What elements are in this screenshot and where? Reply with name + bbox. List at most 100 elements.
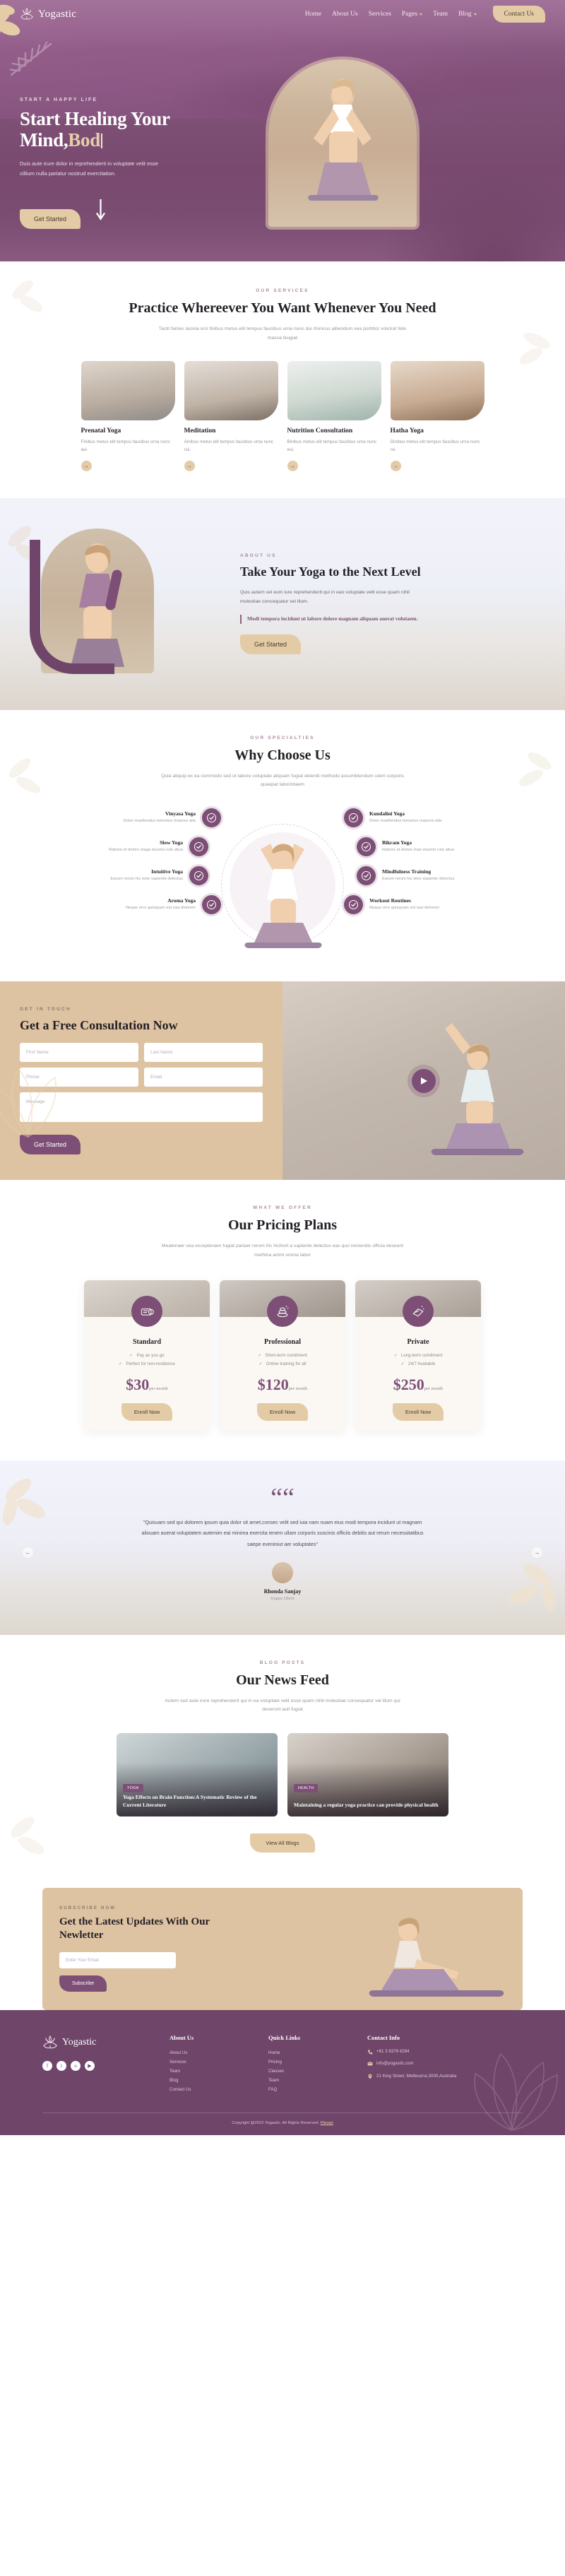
pricing-image [220,1280,345,1327]
arrow-right-icon[interactable]: → [287,460,298,471]
facebook-glyph: f [46,2062,49,2069]
service-title: Meditation [184,427,216,435]
about-get-started-button[interactable]: Get Started [240,634,302,655]
phone-input[interactable]: Phone [20,1068,138,1087]
testimonial-next-button[interactable]: → [532,1547,542,1559]
brand-logo[interactable]: Yogastic [20,6,76,22]
stones-icon [267,1295,298,1327]
specialty-item[interactable]: Aroma Yoga Neque orro quisquam est raui … [68,894,221,914]
nav-item-pages[interactable]: Pages [402,11,423,18]
last-name-input[interactable]: Last Name [144,1043,263,1063]
pricing-feature-label: 24/7 Available [408,1361,436,1366]
footer-phone[interactable]: +61 3 8376 6284 [367,2048,473,2056]
nav-item-home[interactable]: Home [305,11,321,18]
contact-us-button[interactable]: Contact Us [492,6,545,23]
footer-link[interactable]: Team [170,2067,247,2076]
youtube-icon[interactable]: ▶ [85,2060,95,2071]
newsletter-copy: SUBSCRIBE NOW Get the Latest Updates Wit… [42,1888,268,2010]
footer-link[interactable]: Contact Us [170,2085,247,2094]
nav-label: Home [304,11,322,18]
arrow-right-icon[interactable]: → [390,460,401,471]
nav-item-about-us[interactable]: About Us [332,11,358,18]
footer-link[interactable]: Home [268,2048,346,2057]
footer-logo[interactable]: Yogastic [42,2034,148,2051]
arrow-right-icon[interactable]: → [184,460,195,471]
check-circle-icon [357,837,376,856]
testimonial-prev-button[interactable]: ← [23,1547,33,1559]
nav-item-team[interactable]: Team [433,11,448,18]
specialty-item[interactable]: Intuitive Yoga Earum rerum hic tene sapi… [68,865,208,885]
check-circle-icon [344,894,363,914]
pricing-price: $250 [393,1375,424,1393]
pricing-period: per month [288,1386,308,1391]
newsletter-email-input[interactable]: Enter Your Email [59,1951,176,1968]
yoga-pose-illustration [308,79,379,201]
blog-card[interactable]: HEALTH Maintaining a regular yoga practi… [287,1732,448,1816]
footer-brand-column: Yogastic f t o ▶ [42,2034,148,2094]
specialty-item[interactable]: Workout Routines Neque orro quisquam est… [344,894,497,914]
blog-grid: YOGA Yoga Effects on Brain Function:A Sy… [20,1732,545,1816]
down-arrow-icon[interactable] [96,199,106,222]
service-card[interactable]: Prenatal Yoga Finibus metus elit tempus … [81,361,175,471]
footer-link[interactable]: FAQ [268,2085,346,2094]
service-card[interactable]: Nutrition Consultation Binibus metus eli… [287,361,381,471]
footer-about-column: About Us About Us Services Team Blog Con… [170,2034,247,2094]
about-paragraph: Quis autem vel eum iure reprehenderit qu… [240,589,410,605]
specialty-name: Workout Routines [369,897,411,904]
footer-link[interactable]: Classes [268,2067,346,2076]
specialty-item[interactable]: Mindfulness Training Earum rerum hic ten… [357,865,497,885]
play-icon[interactable] [412,1068,436,1093]
message-textarea[interactable]: Message [20,1092,263,1123]
about-copy: ABOUT US Take Your Yoga to the Next Leve… [240,553,431,655]
nav-item-blog[interactable]: Blog [458,11,477,18]
instagram-icon[interactable]: o [71,2060,81,2071]
service-card[interactable]: Hatha Yoga Dinibus metus elit tempus fau… [390,361,484,471]
pricing-image [84,1280,210,1327]
specialty-item[interactable]: Kundalini Yoga Dolor reaellendus temoriu… [344,808,497,827]
specialty-desc: Neque orro quisquam est raui dolorem [126,905,196,910]
pricing-amount: $120per month [220,1376,345,1394]
hero-get-started-button[interactable]: Get Started [20,209,81,230]
hero-paragraph: Duis aute irure dolor in reprehenderit i… [20,160,158,177]
footer: Yogastic f t o ▶ About Us About Us Servi… [0,2009,565,2135]
footer-link[interactable]: Blog [170,2076,247,2085]
footer-email[interactable]: info@yogastic.com [367,2060,473,2068]
specialties-subtitle: Quia aliquip ex ea commodo sed ut labore… [161,773,404,788]
email-input[interactable]: Email [144,1068,263,1087]
footer-credit-link[interactable]: Plexart [321,2121,333,2125]
pricing-feature: ✓ Perfect for non-residence [84,1361,210,1366]
arrow-right-icon[interactable]: → [81,460,92,471]
pricing-card[interactable]: Standard ✓ Pay as you go ✓ Perfect for non… [84,1280,210,1431]
footer-link[interactable]: About Us [170,2048,247,2057]
specialty-item[interactable]: Bikram Yoga Rabore et dolore mae eiusmo … [357,837,497,856]
newsletter-image [268,1888,523,2010]
enroll-now-button[interactable]: Enroll Now [121,1402,172,1421]
twitter-icon[interactable]: t [56,2060,66,2071]
consultation-get-started-button[interactable]: Get Started [20,1135,81,1155]
footer-link[interactable]: Team [268,2076,346,2085]
footer-link[interactable]: Pricing [268,2057,346,2067]
twitter-glyph: t [61,2062,62,2069]
enroll-now-button[interactable]: Enroll Now [393,1402,444,1421]
hero-copy: START A HAPPY LIFE Start Healing Your Mi… [20,42,253,230]
pricing-card[interactable]: Private ✓ Long-term comitment ✓ 24/7 Avail… [355,1280,481,1431]
specialty-item[interactable]: Vinyasa Yoga Dolor reaellendus temorius … [68,808,221,827]
blog-card[interactable]: YOGA Yoga Effects on Brain Function:A Sy… [117,1732,278,1816]
first-name-input[interactable]: First Name [20,1043,138,1063]
facebook-icon[interactable]: f [42,2060,52,2071]
check-icon: ✓ [119,1361,123,1366]
pricing-card[interactable]: Professional ✓ Short-term comitment ✓ Onli… [220,1280,345,1431]
nav-item-services[interactable]: Services [369,11,391,18]
footer-contact-column: Contact Info +61 3 8376 6284 info@yogast… [367,2034,473,2094]
subscribe-button[interactable]: Subscribe [59,1975,107,1992]
pricing-feature: ✓ Pay as you go [84,1353,210,1358]
footer-quick-title: Quick Links [268,2033,301,2041]
specialty-item[interactable]: Slow Yoga Rabore et dolore maga eiusmo r… [68,837,208,856]
enroll-now-button[interactable]: Enroll Now [257,1402,308,1421]
arrow-right-icon: → [534,1549,540,1556]
view-all-blogs-button[interactable]: View All Blogs [250,1833,315,1853]
footer-contact-title: Contact Info [367,2033,400,2041]
footer-link[interactable]: Services [170,2057,247,2067]
service-card[interactable]: Meditation Ainibus metus elit tempus fau… [184,361,278,471]
nav-label: Blog [458,11,472,18]
